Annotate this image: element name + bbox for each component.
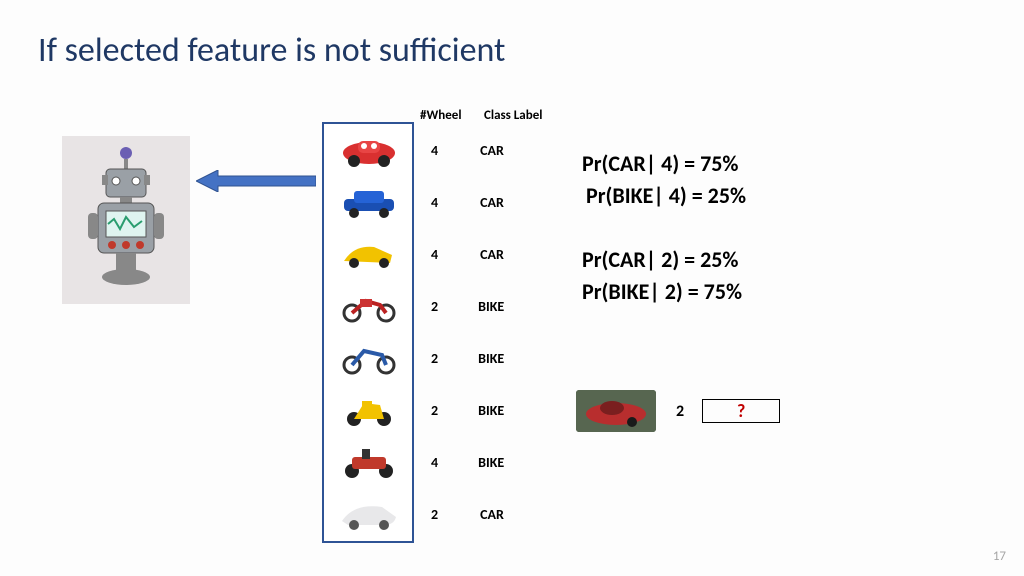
header-wheel: #Wheel — [420, 108, 462, 123]
slide-title: If selected feature is not sufficient — [38, 30, 505, 71]
robot-illustration — [62, 136, 190, 304]
test-result-box: ? — [702, 399, 780, 423]
data-row: 4 CAR — [324, 180, 504, 224]
vehicle-thumb — [329, 128, 409, 172]
vehicle-thumb — [329, 284, 409, 328]
data-row: 4 CAR — [324, 232, 504, 276]
prob-car-2: Pr(CAR| 2) = 25% — [582, 246, 738, 273]
question-mark-icon: ? — [737, 400, 745, 422]
header-class: Class Label — [484, 108, 542, 123]
test-wheel-value: 2 — [676, 402, 684, 421]
data-row: 2 CAR — [324, 492, 504, 536]
wheel-value: 2 — [431, 506, 438, 523]
arrow-left-icon — [196, 170, 316, 192]
page-number: 17 — [993, 549, 1006, 564]
wheel-value: 2 — [431, 298, 438, 315]
vehicle-thumb — [329, 440, 409, 484]
class-value: CAR — [480, 142, 504, 159]
data-row: 2 BIKE — [324, 336, 504, 380]
class-value: CAR — [480, 506, 504, 523]
class-value: BIKE — [478, 350, 504, 367]
data-row: 4 BIKE — [324, 440, 504, 484]
prob-car-4: Pr(CAR| 4) = 75% — [582, 150, 738, 177]
vehicle-thumb — [329, 232, 409, 276]
vehicle-thumb — [329, 388, 409, 432]
wheel-value: 4 — [431, 454, 438, 471]
class-value: BIKE — [478, 402, 504, 419]
data-row: 2 BIKE — [324, 388, 504, 432]
vehicle-thumb — [329, 180, 409, 224]
test-vehicle-thumb — [576, 390, 656, 432]
wheel-value: 4 — [431, 246, 438, 263]
vehicle-thumb — [329, 492, 409, 536]
vehicle-thumb — [329, 336, 409, 380]
class-value: CAR — [480, 246, 504, 263]
wheel-value: 2 — [431, 402, 438, 419]
data-row: 4 CAR — [324, 128, 504, 172]
test-sample-row: 2 ? — [576, 390, 780, 432]
data-row: 2 BIKE — [324, 284, 504, 328]
wheel-value: 2 — [431, 350, 438, 367]
class-value: BIKE — [478, 298, 504, 315]
prob-bike-2: Pr(BIKE| 2) = 75% — [582, 278, 742, 305]
prob-bike-4: Pr(BIKE| 4) = 25% — [586, 182, 746, 209]
class-value: BIKE — [478, 454, 504, 471]
wheel-value: 4 — [431, 142, 438, 159]
class-value: CAR — [480, 194, 504, 211]
wheel-value: 4 — [431, 194, 438, 211]
